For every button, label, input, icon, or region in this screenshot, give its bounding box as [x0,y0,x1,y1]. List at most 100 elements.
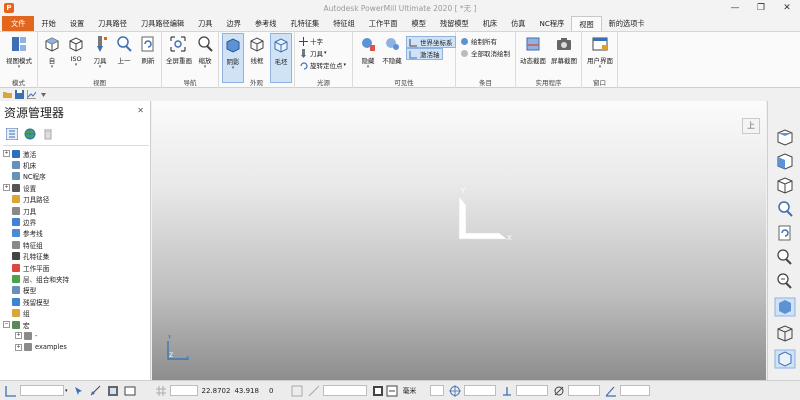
tab-nc-program[interactable]: NC程序 [532,16,571,31]
iso-view-button[interactable]: ISO ▾ [66,35,86,68]
coordinate-mode-icon[interactable] [291,385,303,397]
tab-toolpath-edit[interactable]: 刀具路径编辑 [134,16,191,31]
globe-icon[interactable] [24,128,36,140]
shaded-button[interactable]: 阴影 ▾ [222,33,244,83]
tree-item[interactable]: 参考线 [3,228,149,239]
layout-icon[interactable] [124,385,136,397]
tolerance-field[interactable] [464,385,497,396]
tree-item[interactable]: + 设置 [3,182,149,193]
tree-item[interactable]: 层、组合和夹持 [3,273,149,284]
tab-new[interactable]: 新的选项卡 [602,16,652,31]
view-mode-button[interactable]: 视图模式 ▾ [3,35,35,70]
tree-item[interactable]: + - [3,330,149,341]
tree-item[interactable]: 机床 [3,159,149,170]
tree-item[interactable]: 残留模型 [3,296,149,307]
tree-item[interactable]: 刀具路径 [3,194,149,205]
target-icon[interactable] [449,384,462,397]
tree-item[interactable]: 边界 [3,216,149,227]
grid-size-field[interactable] [169,385,198,396]
align-icon[interactable] [90,385,102,397]
draw-all-button[interactable]: 绘制所有 [460,36,497,46]
chart-icon[interactable] [27,90,36,99]
wireframe-view-icon[interactable] [774,323,796,343]
maximize-button[interactable]: ❐ [748,0,774,16]
tree-expander[interactable]: + [15,343,22,351]
tab-holes[interactable]: 孔特征集 [283,16,326,31]
wireframe-button[interactable]: 线框 [247,35,267,65]
display-icon[interactable] [107,385,119,397]
tree-item[interactable]: 模型 [3,285,149,296]
tree-item[interactable]: 特征组 [3,239,149,250]
tab-simulation[interactable]: 仿真 [504,16,532,31]
more-icon[interactable] [39,90,48,99]
world-csys-toggle[interactable]: 世界坐标系 [406,36,456,48]
tab-feature-group[interactable]: 特征组 [326,16,362,31]
blank-view-icon[interactable] [774,349,796,369]
view-front-icon[interactable] [774,151,796,171]
tree-expander[interactable]: + [3,150,10,158]
tab-workplane[interactable]: 工作平面 [362,16,405,31]
refresh-button[interactable]: 刷新 [138,35,158,65]
tool-height-icon[interactable] [501,385,513,397]
app-logo-icon[interactable]: P [4,3,14,13]
tree-item[interactable]: 孔特征集 [3,251,149,262]
diameter-icon[interactable] [553,385,565,397]
minimize-button[interactable]: — [722,0,748,16]
explorer-tree-icon[interactable] [6,128,18,140]
angle-icon[interactable] [605,385,617,397]
blank-button[interactable]: 毛坯 [270,33,292,83]
tab-home[interactable]: 开始 [34,16,62,31]
save-icon[interactable] [15,90,24,99]
rotate-point-button[interactable]: 旋转定位点 ▾ [299,60,346,70]
workplane-icon[interactable] [5,385,17,397]
measure-icon[interactable] [308,385,320,397]
undraw-all-button[interactable]: 全部取消绘制 [460,48,510,58]
units-field[interactable] [430,385,445,396]
active-axis-toggle[interactable]: 激活轴 [406,48,443,60]
diameter-field[interactable] [568,385,601,396]
hide-button[interactable]: 隐藏 ▾ [357,35,379,70]
tree-item[interactable]: + 激活 [3,148,149,159]
tab-pattern[interactable]: 参考线 [248,16,284,31]
delete-icon[interactable] [42,128,54,140]
tree-item[interactable]: NC程序 [3,171,149,182]
shaded-view-icon[interactable] [774,297,796,317]
tree-item[interactable]: 组 [3,307,149,318]
unhide-button[interactable]: 不隐藏 [381,35,403,65]
tab-tool[interactable]: 刀具 [191,16,219,31]
tab-boundary[interactable]: 边界 [219,16,247,31]
view-top-icon[interactable] [774,127,796,147]
tab-stock-model[interactable]: 残留模型 [433,16,476,31]
tab-file[interactable]: 文件 [2,16,35,31]
tree-expander[interactable]: + [3,184,10,192]
user-interface-button[interactable]: 用户界面 ▾ [585,35,615,70]
tool-height-field[interactable] [516,385,549,396]
tab-view[interactable]: 视图 [571,16,602,31]
measure-field[interactable] [323,385,368,396]
graphics-viewport[interactable]: 上 Y X Y Z X [152,101,766,380]
zoom-box-icon[interactable] [774,271,796,291]
dynamic-section-button[interactable]: 动态截面 [519,35,547,65]
close-window-button[interactable]: ✕ [774,0,800,16]
grid-icon[interactable] [155,385,167,397]
screenshot-button[interactable]: 屏幕截图 [550,35,578,65]
full-redraw-button[interactable]: 全屏重画 [166,35,192,65]
view-orientation-button[interactable]: 上 [742,118,760,134]
tree-item[interactable]: − 宏 [3,319,149,330]
folder-open-icon[interactable] [3,90,12,99]
tree-expander[interactable]: − [3,321,10,329]
tool-view-button[interactable]: 刀具 ▾ [90,35,110,70]
tree-item[interactable]: 工作平面 [3,262,149,273]
tab-machine[interactable]: 机床 [476,16,504,31]
tree-item[interactable]: 刀具 [3,205,149,216]
tab-toolpath[interactable]: 刀具路径 [91,16,134,31]
angle-field[interactable] [620,385,651,396]
tree-item[interactable]: + examples [3,342,149,353]
previous-view-button[interactable]: 上一 [114,35,134,65]
workplane-select[interactable] [20,385,64,396]
refresh-view-icon[interactable] [774,223,796,243]
snap-icon[interactable] [372,385,384,397]
tab-setup[interactable]: 设置 [63,16,91,31]
zoom-extents-icon[interactable] [774,247,796,267]
crosshair-toggle[interactable]: 十字 [299,36,323,46]
